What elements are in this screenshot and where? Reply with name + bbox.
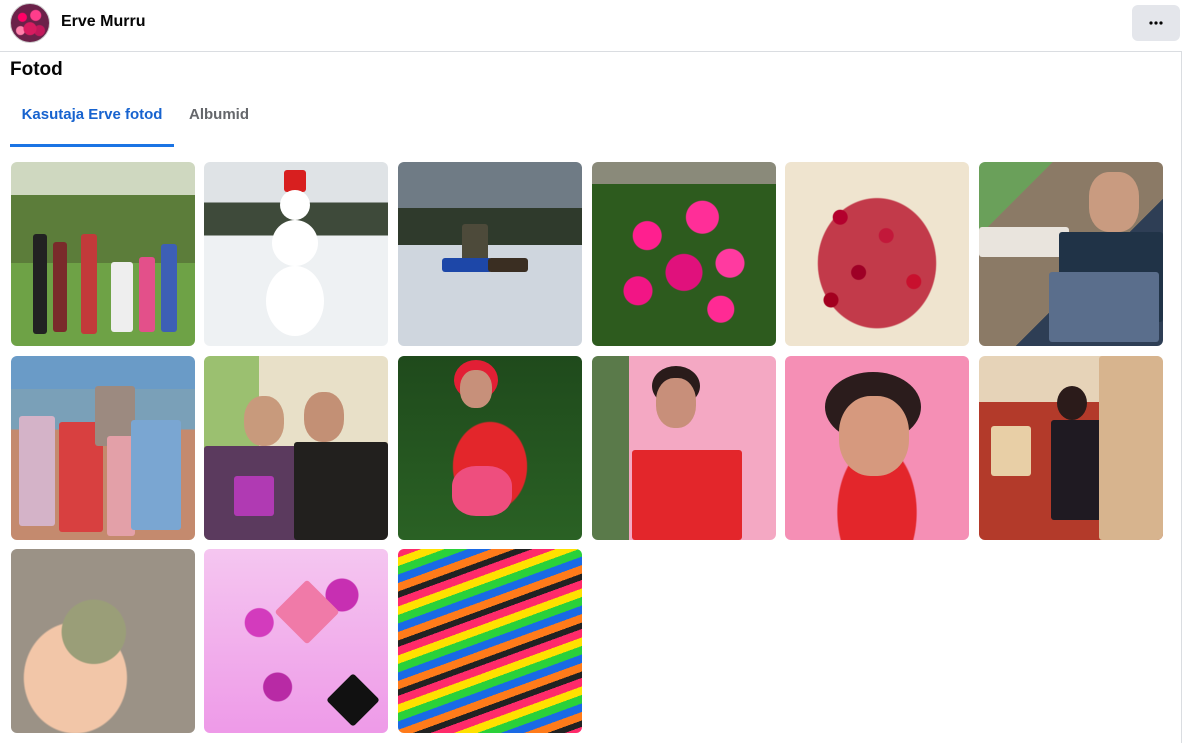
photo-thumbnail[interactable] [398, 549, 582, 733]
photo-thumbnail[interactable] [785, 356, 969, 540]
more-options-icon [1149, 21, 1163, 25]
photo-thumbnail[interactable] [979, 356, 1163, 540]
user-name[interactable]: Erve Murru [61, 13, 145, 31]
photo-thumbnail[interactable] [592, 356, 776, 540]
avatar[interactable] [10, 3, 50, 43]
photo-thumbnail[interactable] [979, 162, 1163, 346]
photo-thumbnail[interactable] [204, 549, 388, 733]
more-options-button[interactable] [1132, 5, 1180, 41]
photo-thumbnail[interactable] [398, 356, 582, 540]
photo-thumbnail[interactable] [204, 162, 388, 346]
photo-thumbnail[interactable] [11, 549, 195, 733]
tab-albums[interactable]: Albumid [174, 96, 264, 144]
profile-header: Erve Murru [0, 0, 1182, 52]
photo-thumbnail[interactable] [204, 356, 388, 540]
page-title: Fotod [10, 59, 63, 80]
photo-thumbnail[interactable] [398, 162, 582, 346]
photo-thumbnail[interactable] [11, 162, 195, 346]
photo-thumbnail[interactable] [785, 162, 969, 346]
photo-thumbnail[interactable] [11, 356, 195, 540]
photo-thumbnail[interactable] [592, 162, 776, 346]
tab-user-photos[interactable]: Kasutaja Erve fotod [10, 96, 174, 147]
